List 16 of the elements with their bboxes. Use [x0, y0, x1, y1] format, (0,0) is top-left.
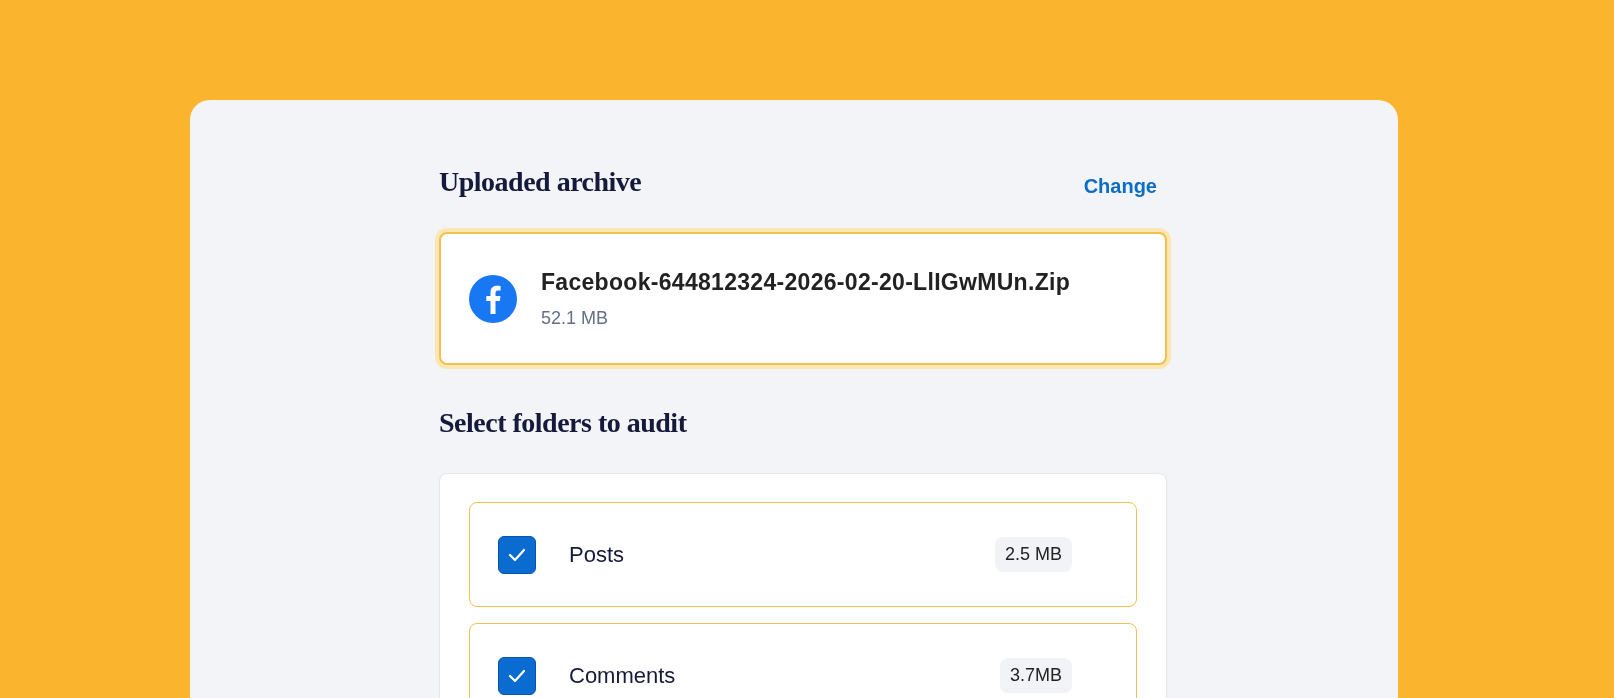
size-tag: 2.5 MB: [994, 537, 1072, 572]
folder-row[interactable]: Comments 3.7MB: [469, 623, 1137, 698]
section-heading: Select folders to audit: [439, 407, 688, 439]
check-icon: [508, 547, 526, 562]
checkbox[interactable]: [498, 535, 536, 574]
file-size: 52.1 MB: [541, 307, 610, 329]
folder-name: Comments: [569, 662, 677, 689]
section-heading: Uploaded archive: [439, 166, 642, 198]
check-icon: [508, 668, 526, 683]
folder-name: Posts: [569, 541, 626, 568]
file-name: Facebook-644812324-2026-02-20-LlIGwMUn.Zip: [541, 268, 1071, 296]
change-link[interactable]: Change: [1083, 175, 1157, 198]
folder-row[interactable]: Posts 2.5 MB: [469, 502, 1137, 607]
size-tag: 3.7MB: [999, 658, 1072, 693]
facebook-icon: [469, 274, 517, 323]
checkbox[interactable]: [498, 656, 536, 695]
